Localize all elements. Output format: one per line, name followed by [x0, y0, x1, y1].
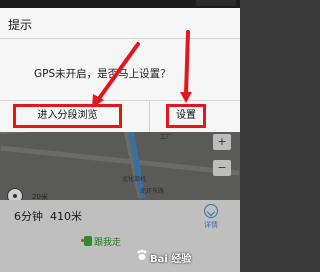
arrow-head-settings-icon [180, 92, 192, 103]
arrow-to-settings-icon [184, 30, 190, 96]
annotation-arrows [92, 30, 192, 108]
arrow-to-segment-icon [96, 42, 140, 102]
